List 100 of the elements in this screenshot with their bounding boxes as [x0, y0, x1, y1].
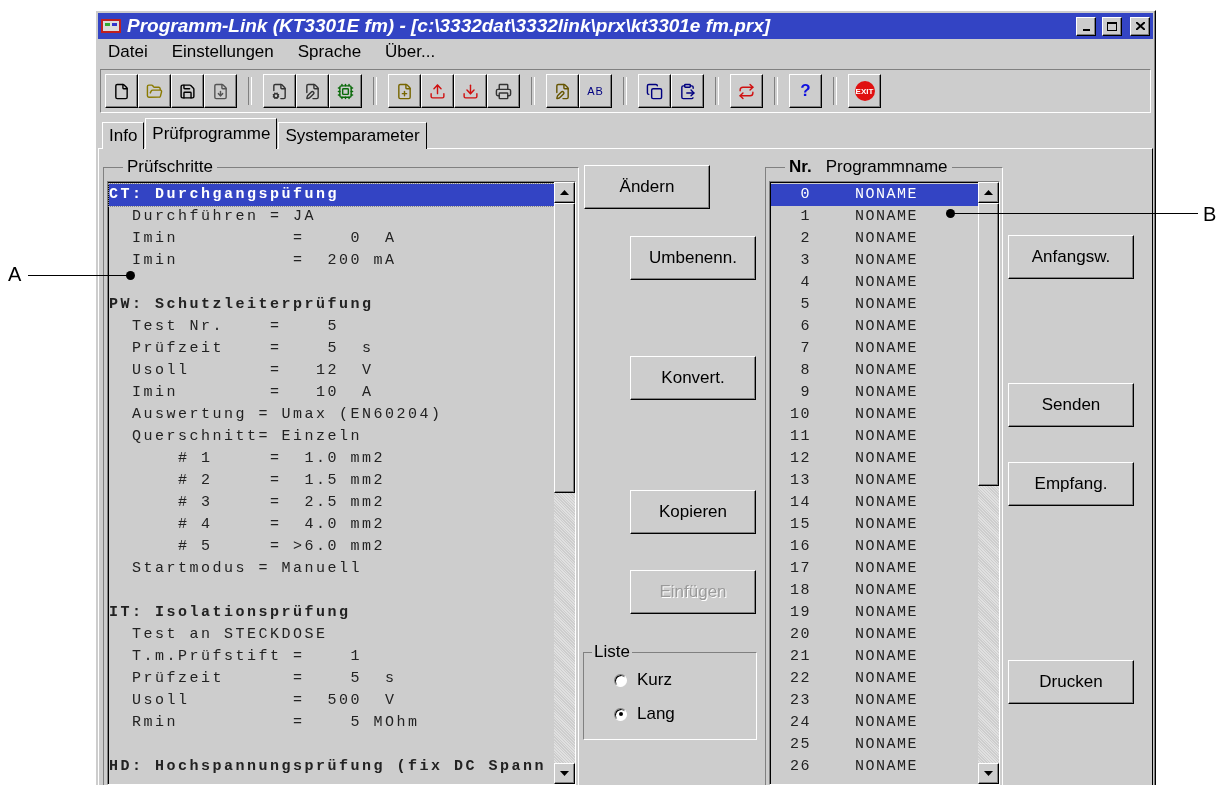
radio-label[interactable]: Kurz: [637, 670, 672, 690]
folder-icon: [146, 82, 163, 100]
program-row[interactable]: 10 NONAME: [771, 404, 978, 426]
new-program-button[interactable]: [388, 74, 421, 108]
action-button[interactable]: Umbenenn.: [630, 236, 756, 280]
step-parameter[interactable]: Imin = 200 mA: [109, 250, 554, 272]
action-button[interactable]: Empfang.: [1008, 462, 1134, 506]
program-number: 12: [789, 449, 811, 469]
print-button[interactable]: [487, 74, 520, 108]
step-parameter[interactable]: # 2 = 1.5 mm2: [109, 470, 554, 492]
tab[interactable]: Prüfprogramme: [145, 118, 278, 149]
step-parameter[interactable]: Prüfzeit = 5 s: [109, 668, 554, 690]
action-button[interactable]: Senden: [1008, 383, 1134, 427]
scroll-down-button[interactable]: [554, 763, 575, 784]
program-row[interactable]: 0 NONAME: [771, 184, 978, 206]
settings-button[interactable]: [263, 74, 296, 108]
step-header[interactable]: HD: Hochspannungsprüfung (fix DC Spann: [109, 756, 554, 778]
step-parameter[interactable]: # 4 = 4.0 mm2: [109, 514, 554, 536]
step-parameter[interactable]: Usoll = 500 V: [109, 690, 554, 712]
exit-button[interactable]: EXIT: [848, 74, 881, 108]
interface-button[interactable]: [329, 74, 362, 108]
radio-label[interactable]: Lang: [637, 704, 675, 724]
program-row[interactable]: 18 NONAME: [771, 580, 978, 602]
program-row[interactable]: 3 NONAME: [771, 250, 978, 272]
program-row[interactable]: 23 NONAME: [771, 690, 978, 712]
properties-button[interactable]: [296, 74, 329, 108]
save-button[interactable]: [171, 74, 204, 108]
scrollbar[interactable]: [554, 182, 575, 784]
download-button[interactable]: [454, 74, 487, 108]
menu-item[interactable]: Einstellungen: [171, 42, 274, 64]
scroll-down-button[interactable]: [978, 763, 999, 784]
program-row[interactable]: 14 NONAME: [771, 492, 978, 514]
program-row[interactable]: 12 NONAME: [771, 448, 978, 470]
program-row[interactable]: 26 NONAME: [771, 756, 978, 778]
step-parameter[interactable]: Auswertung = Umax (EN60204): [109, 404, 554, 426]
action-button[interactable]: Kopieren: [630, 490, 756, 534]
menu-item[interactable]: Sprache: [297, 42, 362, 64]
program-row[interactable]: 21 NONAME: [771, 646, 978, 668]
step-parameter[interactable]: Imin = 0 A: [109, 228, 554, 250]
scroll-thumb[interactable]: [554, 203, 575, 493]
close-button[interactable]: [1130, 16, 1150, 36]
copy-button[interactable]: [638, 74, 671, 108]
step-parameter[interactable]: Rmin = 5 MOhm: [109, 712, 554, 734]
help-button[interactable]: ?: [789, 74, 822, 108]
minimize-button[interactable]: [1076, 16, 1096, 36]
step-parameter[interactable]: Prüfzeit = 5 s: [109, 338, 554, 360]
program-row[interactable]: 19 NONAME: [771, 602, 978, 624]
action-button[interactable]: Drucken: [1008, 660, 1134, 704]
scroll-up-button[interactable]: [554, 182, 575, 203]
maximize-button[interactable]: [1102, 16, 1122, 36]
callout-label: B: [1203, 203, 1217, 226]
step-parameter[interactable]: # 3 = 2.5 mm2: [109, 492, 554, 514]
scroll-up-button[interactable]: [978, 182, 999, 203]
action-button[interactable]: Ändern: [584, 165, 710, 209]
step-header[interactable]: PW: Schutzleiterprüfung: [109, 294, 554, 316]
menu-item[interactable]: Datei: [108, 42, 148, 64]
program-row[interactable]: 20 NONAME: [771, 624, 978, 646]
program-row[interactable]: 17 NONAME: [771, 558, 978, 580]
program-row[interactable]: 24 NONAME: [771, 712, 978, 734]
program-row[interactable]: 9 NONAME: [771, 382, 978, 404]
radio-button[interactable]: [614, 673, 627, 687]
program-row[interactable]: 11 NONAME: [771, 426, 978, 448]
tab[interactable]: Info: [102, 122, 145, 149]
step-header[interactable]: IT: Isolationsprüfung: [109, 602, 554, 624]
step-parameter[interactable]: T.m.Prüfstift = 1: [109, 646, 554, 668]
swap-button[interactable]: [730, 74, 763, 108]
program-row[interactable]: 13 NONAME: [771, 470, 978, 492]
action-button[interactable]: Konvert.: [630, 356, 756, 400]
action-button[interactable]: Anfangsw.: [1008, 235, 1134, 279]
program-row[interactable]: 15 NONAME: [771, 514, 978, 536]
open-button[interactable]: [138, 74, 171, 108]
tab[interactable]: Systemparameter: [278, 122, 427, 149]
scroll-thumb[interactable]: [978, 203, 999, 486]
step-parameter[interactable]: Usoll = 12 V: [109, 360, 554, 382]
edit-button[interactable]: [546, 74, 579, 108]
program-row[interactable]: 22 NONAME: [771, 668, 978, 690]
step-parameter[interactable]: # 5 = >6.0 mm2: [109, 536, 554, 558]
step-parameter[interactable]: # 1 = 1.0 mm2: [109, 448, 554, 470]
step-header[interactable]: CT: Durchgangspüfung: [109, 184, 554, 206]
save-as-button[interactable]: [204, 74, 237, 108]
rename-button[interactable]: AB: [579, 74, 612, 108]
upload-button[interactable]: [421, 74, 454, 108]
program-row[interactable]: 7 NONAME: [771, 338, 978, 360]
paste-button[interactable]: [671, 74, 704, 108]
program-row[interactable]: 25 NONAME: [771, 734, 978, 756]
step-parameter[interactable]: Test an STECKDOSE: [109, 624, 554, 646]
step-parameter[interactable]: Durchführen = JA: [109, 206, 554, 228]
program-row[interactable]: 8 NONAME: [771, 360, 978, 382]
program-row[interactable]: 6 NONAME: [771, 316, 978, 338]
step-parameter[interactable]: Startmodus = Manuell: [109, 558, 554, 580]
program-row[interactable]: 1 NONAME: [771, 206, 978, 228]
step-parameter[interactable]: Imin = 10 A: [109, 382, 554, 404]
program-row[interactable]: 5 NONAME: [771, 294, 978, 316]
program-row[interactable]: 16 NONAME: [771, 536, 978, 558]
program-row[interactable]: 2 NONAME: [771, 228, 978, 250]
program-row[interactable]: 4 NONAME: [771, 272, 978, 294]
scrollbar[interactable]: [978, 182, 999, 784]
step-parameter[interactable]: Querschnitt= Einzeln: [109, 426, 554, 448]
step-parameter[interactable]: Test Nr. = 5: [109, 316, 554, 338]
menu-item[interactable]: Über...: [385, 42, 436, 64]
